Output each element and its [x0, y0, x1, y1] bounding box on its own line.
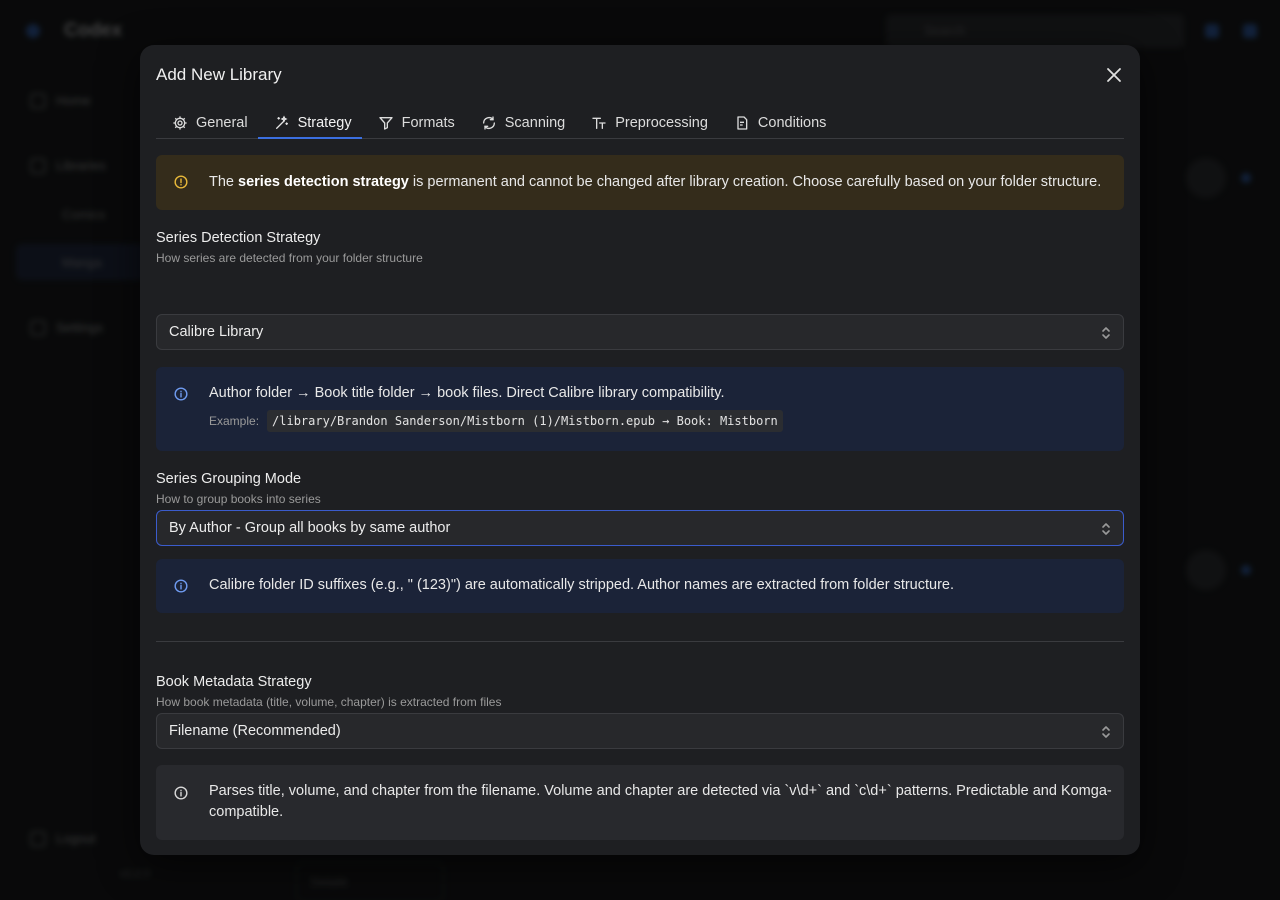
section-divider: [156, 641, 1124, 642]
tab-label: Conditions: [757, 115, 827, 131]
tab-label: Scanning: [504, 115, 566, 131]
tab-label: General: [196, 115, 248, 131]
tab-conditions[interactable]: Conditions: [718, 108, 837, 138]
text-size-icon: [592, 117, 606, 129]
filter-icon: [378, 117, 393, 130]
series-grouping-select[interactable]: By Author - Group all books by same auth…: [156, 510, 1124, 546]
refresh-icon: [482, 116, 495, 130]
file-check-icon: [737, 116, 748, 130]
tab-label: Formats: [401, 115, 455, 131]
series-grouping-info: Calibre folder ID suffixes (e.g., " (123…: [156, 559, 1124, 613]
series-detection-help: How series are detected from your folder…: [156, 251, 423, 265]
dialog-tabs: General Strategy Formats Scanning Prepro…: [156, 108, 1124, 139]
book-metadata-value: Filename (Recommended): [169, 723, 341, 739]
warning-text: The series detection strategy is permane…: [209, 174, 1102, 190]
tab-label: Strategy: [297, 115, 352, 131]
info-icon: [174, 387, 188, 401]
chevron-up-down-icon: [1102, 726, 1110, 738]
series-grouping-info-text: Calibre folder ID suffixes (e.g., " (123…: [209, 577, 955, 593]
tab-general[interactable]: General: [156, 108, 258, 138]
example-code: /library/Brandon Sanderson/Mistborn (1)/…: [267, 410, 783, 432]
book-metadata-info: Parses title, volume, and chapter from t…: [156, 765, 1124, 840]
tab-label: Preprocessing: [615, 115, 708, 131]
series-detection-info: Author folder → Book title folder → book…: [156, 367, 1124, 451]
series-grouping-value: By Author - Group all books by same auth…: [169, 520, 451, 536]
book-metadata-select[interactable]: Filename (Recommended): [156, 713, 1124, 749]
close-button[interactable]: [1102, 63, 1126, 87]
book-metadata-info-text: Parses title, volume, and chapter from t…: [209, 783, 1112, 820]
chevron-up-down-icon: [1102, 327, 1110, 339]
gear-icon: [173, 116, 187, 130]
series-detection-value: Calibre Library: [169, 324, 264, 340]
series-detection-info-text: Author folder → Book title folder → book…: [209, 385, 725, 401]
series-detection-label: Series Detection Strategy: [156, 230, 321, 246]
series-detection-select[interactable]: Calibre Library: [156, 314, 1124, 350]
series-grouping-label: Series Grouping Mode: [156, 471, 302, 487]
chevron-up-down-icon: [1102, 523, 1110, 535]
info-icon: [174, 579, 188, 593]
tab-strategy[interactable]: Strategy: [257, 108, 362, 139]
dialog-title: Add New Library: [156, 65, 282, 84]
tab-formats[interactable]: Formats: [362, 108, 465, 138]
tab-scanning[interactable]: Scanning: [465, 108, 575, 138]
wand-icon: [275, 115, 288, 129]
example-row: Example: /library/Brandon Sanderson/Mist…: [209, 410, 783, 432]
book-metadata-label: Book Metadata Strategy: [156, 674, 312, 690]
add-library-dialog: Add New Library General Strategy Formats…: [140, 45, 1140, 855]
close-icon: [1107, 68, 1121, 82]
permanent-warning-alert: The series detection strategy is permane…: [156, 155, 1124, 210]
tab-preprocessing[interactable]: Preprocessing: [575, 108, 718, 138]
book-metadata-help: How book metadata (title, volume, chapte…: [156, 695, 502, 709]
info-icon: [174, 786, 188, 800]
series-grouping-help: How to group books into series: [156, 492, 321, 506]
example-label: Example:: [209, 414, 260, 428]
warning-info-icon: [174, 175, 188, 189]
